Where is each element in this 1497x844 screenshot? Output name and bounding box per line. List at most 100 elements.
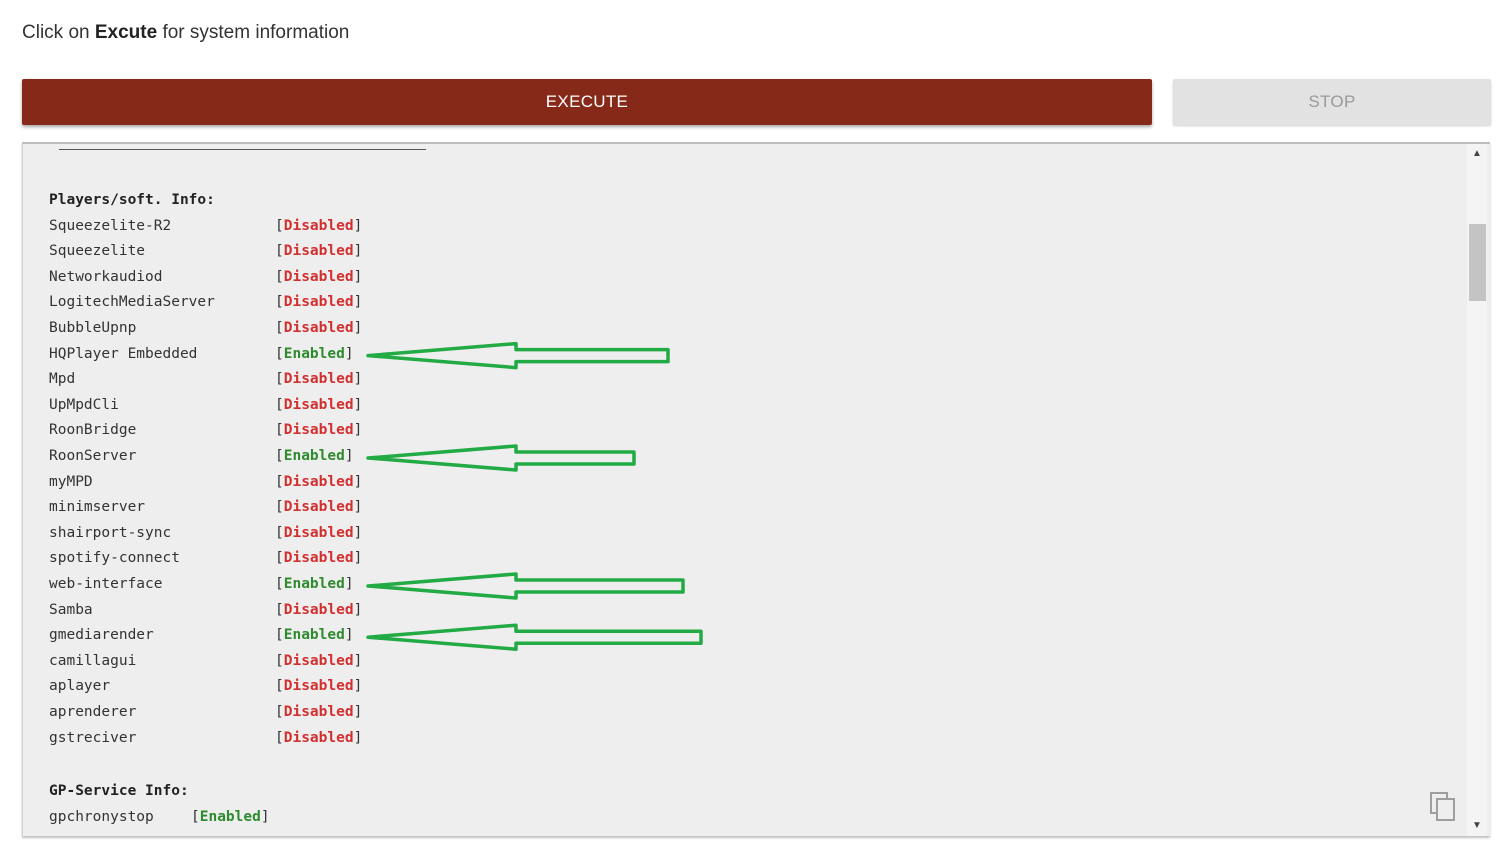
status-value: Disabled [283,294,354,311]
bracket-close: ] [353,320,363,336]
player-name: spotify-connect [49,550,180,567]
status-value: Enabled [199,808,261,825]
player-name: shairport-sync [49,524,172,541]
bracket-close: ] [353,550,363,567]
copy-icon[interactable] [1430,792,1456,822]
stop-button[interactable]: STOP [1173,79,1491,125]
bracket-close: ] [353,678,363,695]
players-heading: Players/soft. Info: [49,192,215,208]
status-value: Enabled [283,448,345,464]
scroll-up-arrow-icon[interactable]: ▲ [1464,146,1490,162]
status-value: Disabled [283,268,354,285]
player-name: RoonServer [49,448,137,464]
bracket-open: [ [275,627,284,644]
bracket-open: [ [275,704,284,720]
status-value: Disabled [283,217,354,234]
instruction-prefix: Click on [22,22,95,43]
player-name: Squeezelite [49,243,146,260]
status-value: Disabled [283,499,354,516]
service-heading: GP-Service Info: [49,783,189,800]
player-name: Networkaudiod [49,268,163,285]
bracket-open: [ [275,371,284,388]
bracket-close: ] [353,396,363,413]
instruction-bold: Excute [94,22,158,43]
bracket-close: ] [353,294,363,311]
player-name: HQPlayer Embedded [49,345,198,362]
stop-button-label: STOP [1308,92,1356,111]
status-label: [Disabled] [275,499,362,515]
status-value: Disabled [283,320,354,336]
separator-line [59,149,426,150]
bracket-close: ] [353,243,363,260]
status-label: [Enabled] [275,448,354,464]
player-name: RoonBridge [49,422,137,439]
status-value: Disabled [283,678,354,695]
status-label: [Disabled] [275,730,362,746]
bracket-open: [ [275,294,284,311]
bracket-open: [ [275,524,284,541]
bracket-open: [ [275,473,284,490]
bracket-close: ] [353,524,363,541]
status-label: [Disabled] [275,320,362,336]
scrollbar-thumb[interactable] [1469,224,1486,301]
bracket-open: [ [275,729,284,746]
status-label: [Disabled] [275,422,362,438]
player-name: Samba [49,601,93,618]
bracket-close: ] [260,808,270,825]
execute-button[interactable]: EXECUTE [22,79,1152,125]
player-name: gstreciver [49,729,137,746]
bracket-open: [ [275,576,284,592]
status-value: Disabled [283,729,354,746]
status-label: [Disabled] [275,678,362,694]
player-name: aplayer [49,678,111,695]
bracket-close: ] [353,371,363,388]
status-label: [Enabled] [275,576,354,592]
player-name: Squeezelite-R2 [49,217,172,234]
bracket-close: ] [353,499,363,516]
console-output[interactable]: Players/soft. Info: Squeezelite-R2 [Disabl… [22,142,1490,836]
player-name: web-interface [49,576,163,592]
status-value: Disabled [283,473,354,490]
scroll-down-arrow-icon[interactable]: ▼ [1464,818,1490,834]
console-scrollbar[interactable]: ▲ ▼ [1464,144,1490,836]
status-label: [Disabled] [275,602,362,618]
bracket-close: ] [353,729,363,746]
status-label: [Enabled] [275,346,354,362]
player-name: UpMpdCli [49,396,119,413]
status-label: [Enabled] [275,627,354,643]
bracket-close: ] [344,345,354,362]
status-value: Disabled [283,524,354,541]
instruction-text: Click on Excute for system information [22,22,349,44]
bracket-close: ] [344,627,354,644]
status-value: Disabled [283,704,354,720]
status-label: [Disabled] [275,550,362,566]
instruction-suffix: for system information [157,22,350,43]
status-value: Enabled [283,576,345,592]
status-label: [Disabled] [275,243,362,259]
bracket-open: [ [275,217,284,234]
status-label: [Disabled] [275,653,362,669]
bracket-open: [ [275,448,284,464]
bracket-open: [ [275,601,284,618]
status-value: Disabled [283,422,354,439]
bracket-close: ] [344,576,354,592]
player-name: gmediarender [49,627,154,644]
console-content: Players/soft. Info: Squeezelite-R2 [Disabl… [23,144,1464,836]
bracket-close: ] [344,448,354,464]
status-label: [Disabled] [275,269,362,285]
status-value: Disabled [283,396,354,413]
status-label: [Enabled] [191,809,270,825]
bracket-open: [ [275,268,284,285]
bracket-open: [ [275,550,284,567]
status-value: Disabled [283,371,354,388]
bracket-open: [ [275,422,284,439]
status-value: Enabled [283,345,345,362]
player-name: aprenderer [49,704,137,720]
execute-button-label: EXECUTE [545,92,629,111]
status-value: Disabled [283,243,354,260]
player-name: Mpd [49,371,76,388]
bracket-open: [ [275,243,284,260]
status-label: [Disabled] [275,525,362,541]
bracket-close: ] [353,268,363,285]
bracket-open: [ [275,396,284,413]
